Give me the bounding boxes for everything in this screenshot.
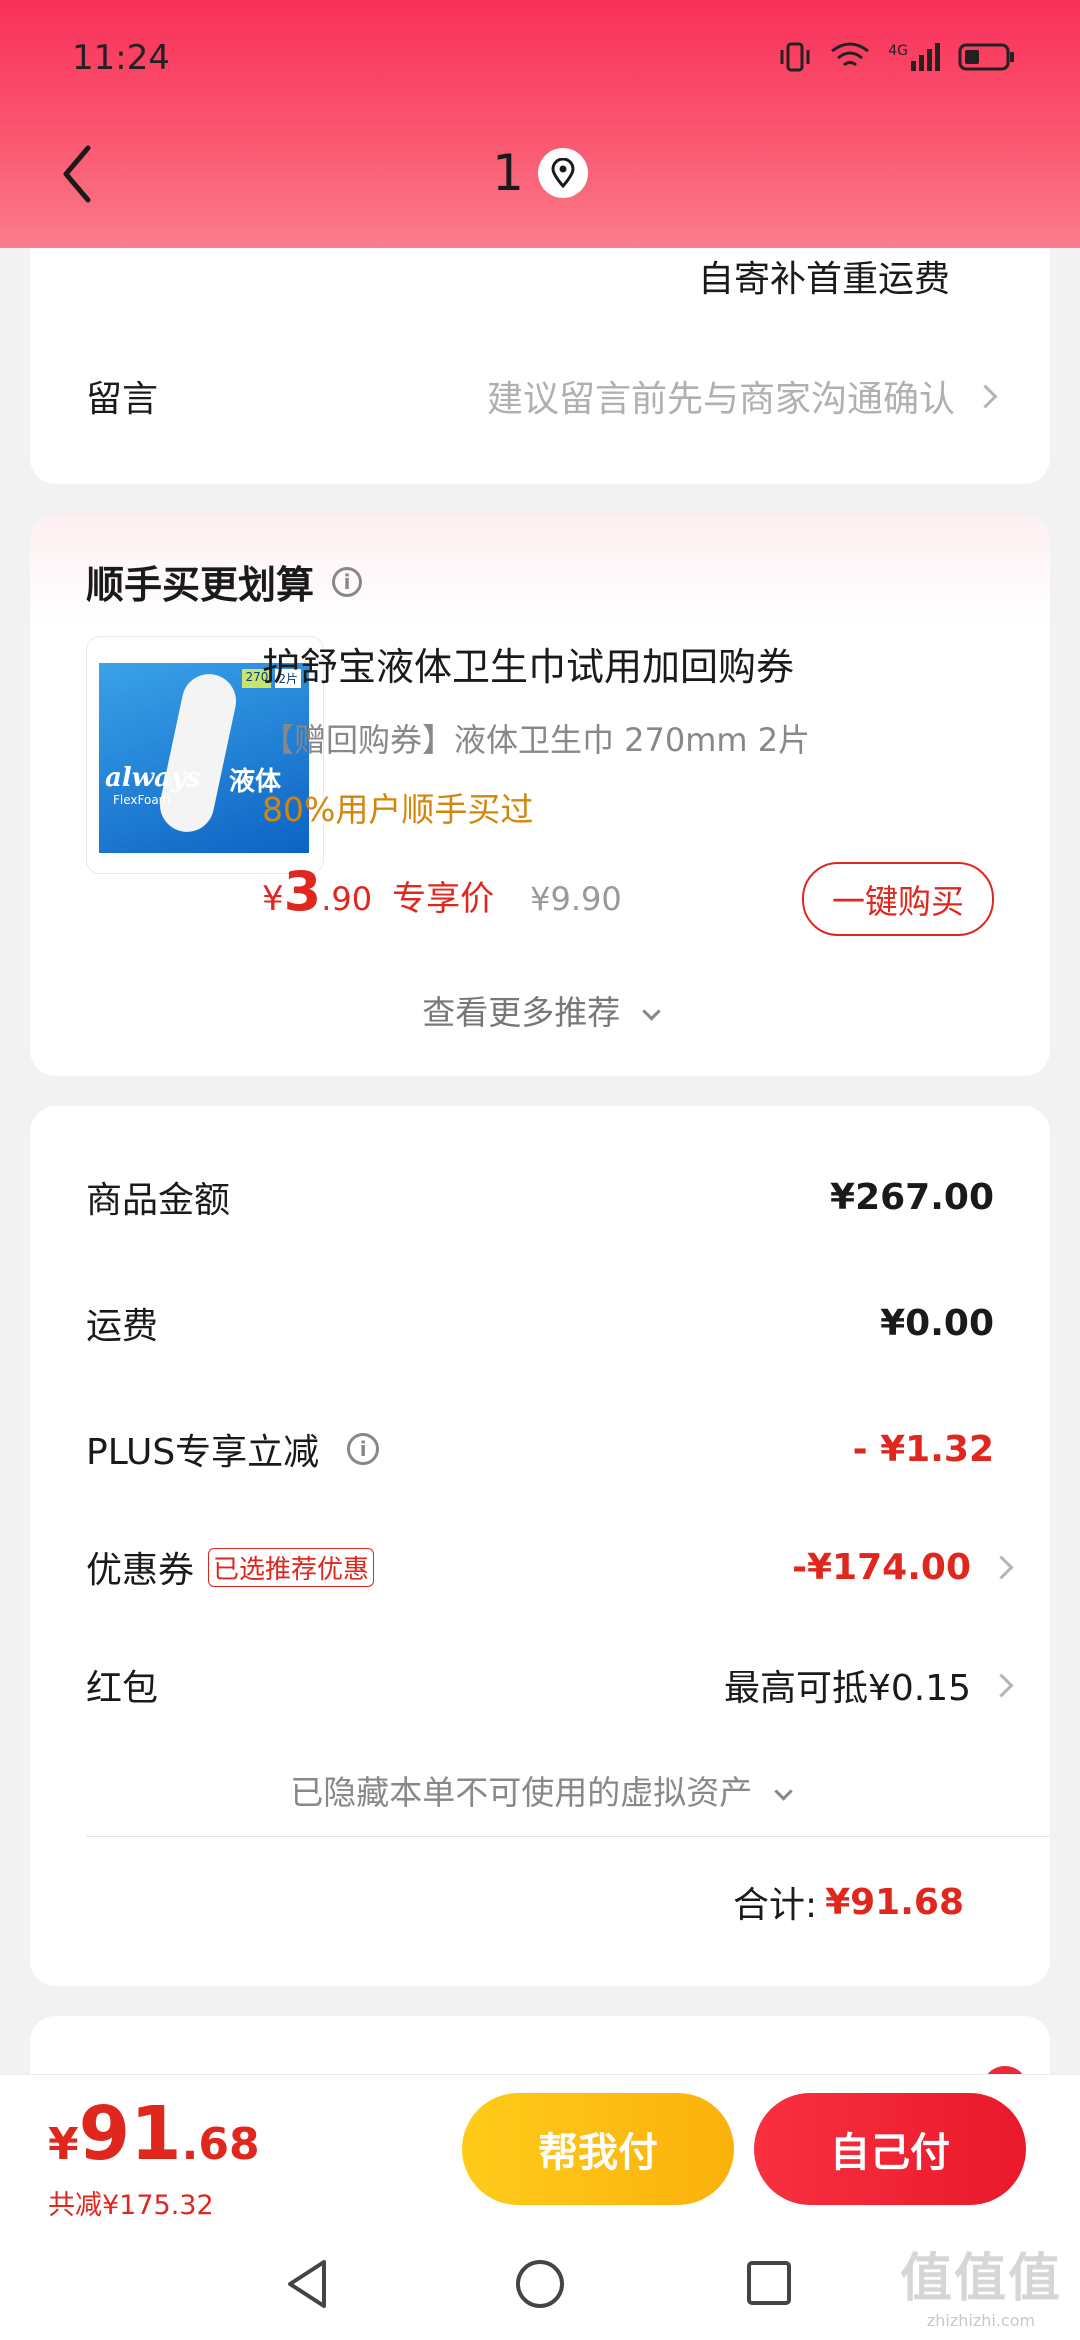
vibrate-icon bbox=[780, 42, 810, 72]
checkout-bar: ¥ 91 .68 共减¥175.32 帮我付 自己付 bbox=[0, 2074, 1080, 2231]
watermark-logo: 值值值 zhizhizhi.com bbox=[900, 2236, 1062, 2330]
help-me-pay-button[interactable]: 帮我付 bbox=[462, 2093, 734, 2205]
summary-row-plus: PLUS专享立减 i - ¥1.32 bbox=[86, 1424, 994, 1474]
plus-discount-value: - ¥1.32 bbox=[852, 1428, 994, 1470]
red-packet-value: 最高可抵¥0.15 bbox=[723, 1668, 971, 1709]
chevron-right-icon bbox=[973, 383, 998, 409]
status-time: 11:24 bbox=[72, 38, 170, 78]
price-tag: 专享价 bbox=[392, 879, 495, 919]
network-type: 4G bbox=[888, 43, 908, 59]
red-packet-label: 红包 bbox=[86, 1668, 159, 1709]
footer-total-dec: .68 bbox=[181, 2119, 260, 2170]
nav-back-icon[interactable] bbox=[284, 2258, 330, 2310]
summary-row-shipping: 运费 ¥0.00 bbox=[86, 1298, 994, 1348]
chevron-down-icon bbox=[774, 1782, 793, 1801]
top-header: 11:24 4G 1 bbox=[0, 0, 1080, 248]
info-icon[interactable]: i bbox=[332, 566, 363, 597]
price-int: 3 bbox=[283, 860, 322, 923]
goods-amount-value: ¥267.00 bbox=[830, 1176, 994, 1218]
summary-row-redpacket[interactable]: 红包 最高可抵¥0.15 bbox=[86, 1660, 1014, 1710]
coupon-value: -¥174.00 bbox=[792, 1546, 971, 1588]
summary-row-goods: 商品金额 ¥267.00 bbox=[86, 1172, 994, 1222]
divider bbox=[86, 1836, 1050, 1837]
total-label: 合计: bbox=[732, 1885, 818, 1926]
recommend-card: 顺手买更划算 i 270 2片 always FlexFoam 液体 护舒宝液体… bbox=[30, 514, 1050, 1076]
hidden-assets-toggle[interactable]: 已隐藏本单不可使用的虚拟资产 bbox=[30, 1766, 1050, 1814]
product-name[interactable]: 护舒宝液体卫生巾试用加回购券 bbox=[262, 636, 1010, 691]
footer-saved: 共减¥175.32 bbox=[48, 2190, 214, 2221]
footer-total: ¥ 91 .68 bbox=[48, 2091, 260, 2177]
footer-total-int: 91 bbox=[78, 2091, 182, 2177]
product-image-brand: always bbox=[105, 763, 201, 793]
goods-amount-label: 商品金额 bbox=[86, 1180, 231, 1221]
watermark-cn: 值值值 bbox=[899, 2249, 1062, 2309]
info-icon[interactable]: i bbox=[347, 1433, 380, 1465]
coupon-badge: 已选推荐优惠 bbox=[208, 1547, 375, 1587]
product-price: ¥ 3 .90 专享价 ¥9.90 bbox=[262, 860, 622, 923]
nav-recents-icon[interactable] bbox=[746, 2260, 792, 2306]
pay-myself-button[interactable]: 自己付 bbox=[754, 2093, 1026, 2205]
summary-row-coupon[interactable]: 优惠券 已选推荐优惠 -¥174.00 bbox=[86, 1542, 1014, 1592]
message-placeholder: 建议留言前先与商家沟通确认 bbox=[486, 379, 955, 420]
page-title: 1 bbox=[492, 144, 524, 202]
chevron-right-icon bbox=[989, 1554, 1014, 1580]
more-recommend-label: 查看更多推荐 bbox=[422, 993, 621, 1032]
one-click-buy-button[interactable]: 一键购买 bbox=[802, 862, 994, 936]
shipping-fee-label: 运费 bbox=[86, 1306, 159, 1347]
recommend-title: 顺手买更划算 bbox=[86, 563, 315, 607]
more-recommend-link[interactable]: 查看更多推荐 bbox=[30, 986, 1050, 1034]
price-summary-card: 商品金额 ¥267.00 运费 ¥0.00 PLUS专享立减 i - ¥1.32… bbox=[30, 1106, 1050, 1986]
product-desc: 【赠回购券】液体卫生巾 270mm 2片 bbox=[262, 721, 811, 759]
chevron-right-icon bbox=[989, 1672, 1014, 1698]
wifi-icon bbox=[831, 42, 870, 67]
original-price: ¥9.90 bbox=[530, 880, 622, 918]
footer-currency: ¥ bbox=[48, 2119, 79, 2170]
chevron-down-icon bbox=[642, 1002, 661, 1021]
coupon-label: 优惠券 bbox=[86, 1550, 195, 1591]
shipping-note: 自寄补首重运费 bbox=[697, 259, 950, 300]
shipping-fee-value: ¥0.00 bbox=[880, 1302, 994, 1344]
header-title-wrap[interactable]: 1 bbox=[0, 144, 1080, 202]
nav-home-icon[interactable] bbox=[514, 2258, 566, 2310]
order-options-card: 自寄补首重运费 留言 建议留言前先与商家沟通确认 bbox=[30, 220, 1050, 484]
product-image-sub: FlexFoam bbox=[113, 793, 171, 807]
price-dec: .90 bbox=[321, 880, 373, 918]
message-row[interactable]: 留言 建议留言前先与商家沟通确认 bbox=[86, 370, 998, 422]
plus-discount-label: PLUS专享立减 bbox=[86, 1432, 320, 1473]
price-currency: ¥ bbox=[262, 879, 284, 919]
total-value: ¥91.68 bbox=[825, 1881, 964, 1923]
signal-icon: 4G bbox=[888, 43, 940, 71]
battery-icon bbox=[958, 43, 1014, 71]
hidden-assets-label: 已隐藏本单不可使用的虚拟资产 bbox=[290, 1773, 753, 1812]
product-hint: 80%用户顺手买过 bbox=[262, 790, 534, 829]
location-icon bbox=[537, 148, 588, 198]
total-row: 合计: ¥91.68 bbox=[733, 1876, 964, 1928]
message-label: 留言 bbox=[86, 379, 159, 420]
status-icons: 4G bbox=[778, 40, 1016, 74]
watermark-en: zhizhizhi.com bbox=[926, 2311, 1036, 2330]
